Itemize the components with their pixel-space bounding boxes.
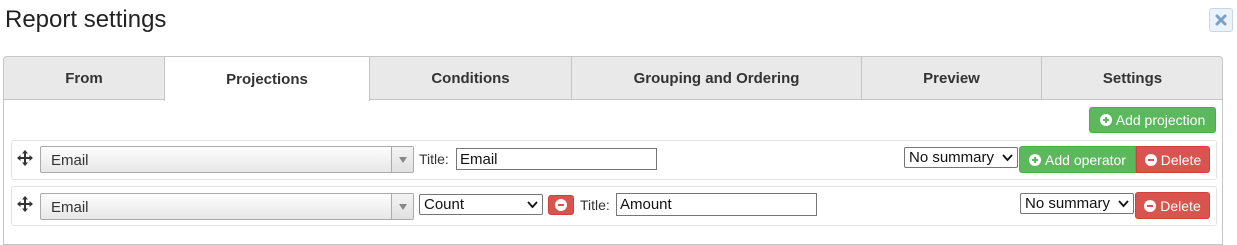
add-operator-button[interactable]: Add operator [1019, 146, 1136, 173]
field-value: Email [51, 152, 89, 169]
plus-circle-icon [1099, 114, 1112, 126]
summary-select[interactable]: No summary [904, 147, 1018, 168]
operator-value: Count [424, 196, 465, 213]
delete-label: Delete [1160, 151, 1202, 168]
tab-grouping-and-ordering[interactable]: Grouping and Ordering [572, 56, 862, 100]
tab-preview[interactable]: Preview [862, 56, 1042, 100]
remove-operator-button[interactable] [548, 195, 574, 215]
chevron-down-icon [1118, 200, 1129, 208]
delete-button[interactable]: Delete [1136, 146, 1210, 173]
add-projection-button[interactable]: Add projection [1089, 107, 1216, 133]
field-combobox[interactable]: Email [40, 193, 414, 220]
tab-bar: From Projections Conditions Grouping and… [3, 56, 1223, 101]
summary-select[interactable]: No summary [1020, 193, 1134, 214]
tab-projections[interactable]: Projections [164, 56, 370, 101]
tab-settings[interactable]: Settings [1042, 56, 1223, 100]
title-label: Title: [419, 151, 449, 167]
field-value: Email [51, 199, 89, 216]
move-icon[interactable] [17, 196, 33, 212]
minus-circle-icon [1144, 199, 1157, 212]
tab-from[interactable]: From [4, 56, 165, 100]
add-operator-label: Add operator [1045, 151, 1126, 168]
title-label: Title: [580, 197, 610, 213]
dialog-title: Report settings [5, 6, 167, 33]
close-button[interactable] [1209, 8, 1233, 32]
minus-circle-icon [555, 199, 567, 211]
operator-select[interactable]: Count [419, 194, 543, 215]
tab-conditions[interactable]: Conditions [370, 56, 572, 100]
title-input[interactable] [616, 193, 817, 216]
chevron-down-icon [1002, 154, 1013, 162]
chevron-down-icon [527, 201, 538, 209]
move-icon[interactable] [17, 150, 33, 166]
plus-circle-icon [1029, 153, 1042, 166]
delete-button[interactable]: Delete [1135, 192, 1210, 219]
field-combobox[interactable]: Email [40, 146, 414, 173]
chevron-down-icon [391, 147, 413, 172]
summary-value: No summary [1025, 195, 1111, 212]
minus-circle-icon [1144, 153, 1157, 166]
summary-value: No summary [909, 149, 995, 166]
delete-label: Delete [1160, 197, 1201, 214]
add-projection-label: Add projection [1115, 112, 1206, 128]
chevron-down-icon [391, 194, 413, 219]
close-icon [1215, 14, 1227, 26]
title-input[interactable] [456, 148, 657, 170]
